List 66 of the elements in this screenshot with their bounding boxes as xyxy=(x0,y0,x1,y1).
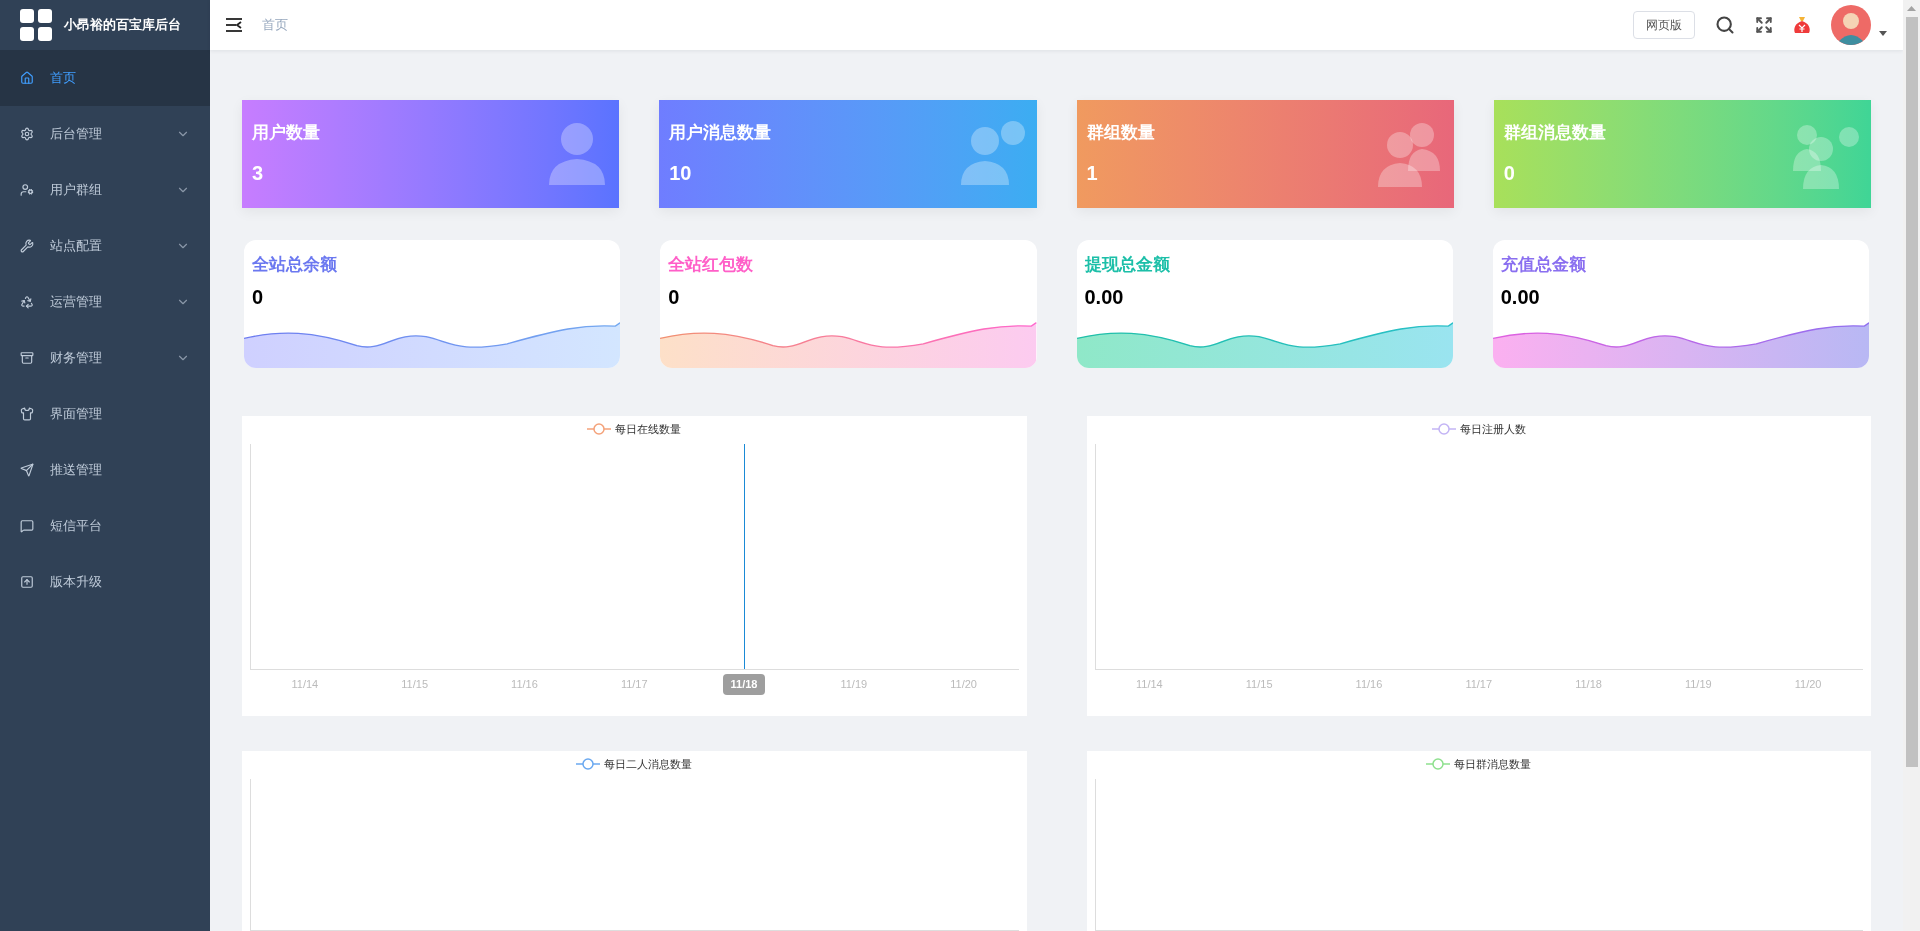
wave-card-label: 全站总余额 xyxy=(252,254,338,276)
sidebar-item[interactable]: 界面管理 xyxy=(0,386,210,442)
x-axis-label: 11/19 xyxy=(1683,677,1713,692)
x-axis-label: 11/16 xyxy=(510,677,539,692)
app-logo-icon xyxy=(20,9,52,41)
web-version-button[interactable]: 网页版 xyxy=(1633,11,1695,39)
scrollbar[interactable] xyxy=(1903,0,1920,931)
stat-label: 群组数量 xyxy=(1086,122,1155,145)
sidebar-item[interactable]: 运营管理 xyxy=(0,274,210,330)
legend-label: 每日二人消息数量 xyxy=(604,756,693,772)
money-bag-icon[interactable] xyxy=(1793,15,1811,35)
wave-card-label: 全站红包数 xyxy=(668,254,755,276)
shirt-icon xyxy=(20,407,34,421)
legend-label: 每日群消息数量 xyxy=(1454,756,1532,772)
wave-card-label: 充值总金额 xyxy=(1500,254,1587,276)
x-axis-label: 11/15 xyxy=(1244,677,1274,692)
archive-icon xyxy=(20,351,34,365)
stat-value: 1 xyxy=(1086,160,1099,186)
x-axis-label: 11/18 xyxy=(722,674,766,695)
upload-icon xyxy=(20,575,34,589)
wave-card-value: 0.00 xyxy=(1084,284,1125,310)
wave-card-value: 0 xyxy=(252,284,265,310)
recycle-icon xyxy=(20,295,34,309)
x-axis-label: 11/14 xyxy=(1135,677,1164,692)
stat-label: 用户消息数量 xyxy=(669,122,772,145)
user-icon xyxy=(20,183,34,197)
scrollbar-thumb[interactable] xyxy=(1905,17,1918,767)
x-axis-label: 11/19 xyxy=(839,677,869,692)
wrench-icon xyxy=(20,239,34,253)
stat-label: 用户数量 xyxy=(252,122,320,145)
sidebar-item[interactable]: 站点配置 xyxy=(0,218,210,274)
stat-value: 3 xyxy=(252,160,265,186)
stat-value: 0 xyxy=(1503,160,1516,186)
stat-value: 10 xyxy=(669,160,693,186)
x-axis-label: 11/16 xyxy=(1354,677,1384,692)
sidebar-item[interactable]: 短信平台 xyxy=(0,498,210,554)
x-axis-label: 11/17 xyxy=(1464,677,1494,692)
sidebar-item[interactable]: 版本升级 xyxy=(0,554,210,610)
gear-icon xyxy=(20,127,34,141)
x-axis-label: 11/17 xyxy=(619,677,649,692)
avatar-icon[interactable] xyxy=(1831,5,1871,45)
caret-down-icon[interactable] xyxy=(1879,30,1887,36)
wave-card-value: 0.00 xyxy=(1500,284,1541,310)
wave-card-value: 0 xyxy=(668,284,681,310)
x-axis-label: 11/14 xyxy=(290,677,320,692)
x-axis-label: 11/20 xyxy=(1793,677,1823,692)
fullscreen-icon[interactable] xyxy=(1755,16,1773,34)
sidebar-item[interactable]: 推送管理 xyxy=(0,442,210,498)
legend-label: 每日在线数量 xyxy=(615,421,682,437)
chat-icon xyxy=(20,519,34,533)
scroll-up-arrow-icon[interactable] xyxy=(1907,6,1916,11)
sidebar-item[interactable]: 用户群组 xyxy=(0,162,210,218)
legend-label: 每日注册人数 xyxy=(1459,421,1526,437)
stat-label: 群组消息数量 xyxy=(1503,122,1606,145)
sidebar-item[interactable]: 后台管理 xyxy=(0,106,210,162)
sidebar-item[interactable]: 财务管理 xyxy=(0,330,210,386)
home-icon xyxy=(20,71,34,85)
app-title: 小昂裕的百宝库后台 xyxy=(64,16,181,35)
menu-icon[interactable] xyxy=(226,18,242,32)
x-axis-label: 11/18 xyxy=(1574,677,1603,692)
sidebar-item[interactable]: 首页 xyxy=(0,50,210,106)
x-axis-label: 11/20 xyxy=(949,677,978,692)
paper-plane-icon xyxy=(20,463,34,477)
wave-card-label: 提现总金额 xyxy=(1084,254,1171,276)
search-icon[interactable] xyxy=(1715,15,1735,35)
x-axis-label: 11/15 xyxy=(400,677,430,692)
